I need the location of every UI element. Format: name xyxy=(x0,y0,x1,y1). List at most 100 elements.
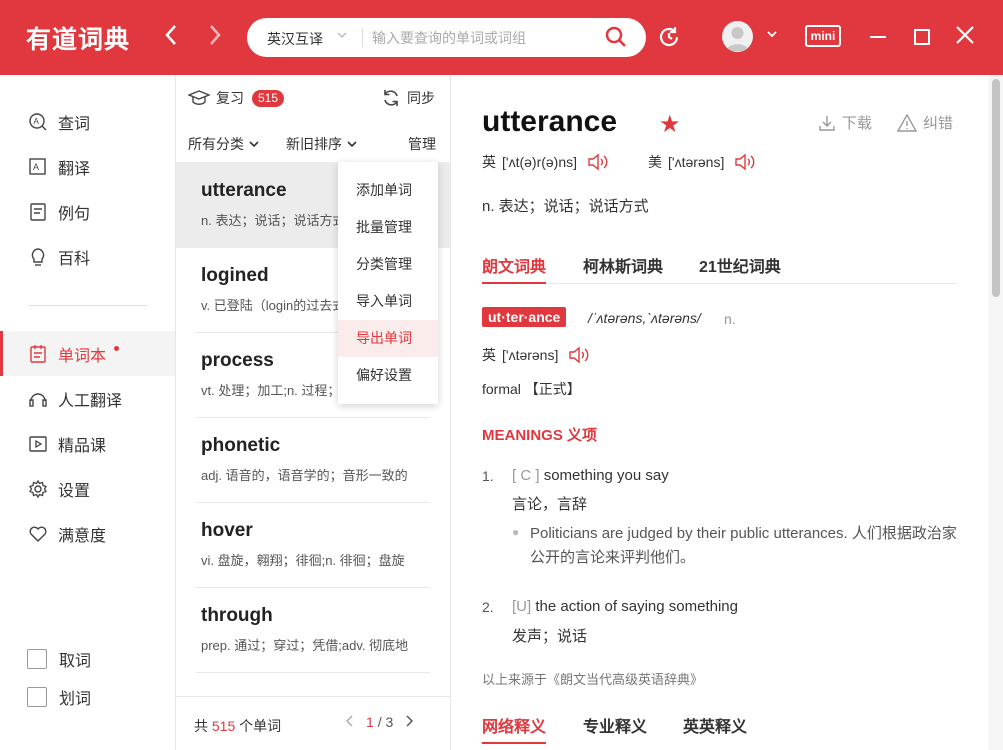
us-phonetic: ['ʌtərəns] xyxy=(668,154,725,170)
sidebar-item-label: 设置 xyxy=(58,482,91,500)
notification-dot xyxy=(114,346,120,351)
sidebar-item-label: 满意度 xyxy=(58,527,107,545)
forward-button[interactable] xyxy=(208,24,222,50)
next-page-button[interactable] xyxy=(405,714,414,730)
search-divider xyxy=(362,28,363,47)
svg-text:A: A xyxy=(33,162,39,172)
search-icon[interactable] xyxy=(604,25,628,54)
total-pages: 3 xyxy=(385,714,394,730)
sense-chinese: 发声；说话 xyxy=(512,628,588,645)
download-label: 下载 xyxy=(842,115,873,132)
translate-icon: A xyxy=(28,157,48,177)
sidebar-item-course[interactable]: 精品课 xyxy=(0,421,175,466)
review-button[interactable]: 复习 515 xyxy=(188,88,285,108)
dictionary-tabs: 朗文词典 柯林斯词典 21世纪词典 xyxy=(482,253,957,284)
select-word-checkbox[interactable]: 划词 xyxy=(27,685,91,709)
warning-icon xyxy=(897,113,917,132)
uk-phonetic: ['ʌtərəns] xyxy=(502,347,559,363)
speaker-icon[interactable] xyxy=(568,346,590,364)
sidebar-item-translate[interactable]: A 翻译 xyxy=(0,144,175,189)
sidebar-item-satisfaction[interactable]: 满意度 xyxy=(0,511,175,556)
tab-longman[interactable]: 朗文词典 xyxy=(482,253,547,284)
download-button[interactable]: 下载 xyxy=(818,112,872,133)
total-prefix: 共 xyxy=(194,718,208,734)
sort-filter[interactable]: 新旧排序 xyxy=(286,134,358,154)
dictionary-entry: utterance ★ 下载 纠错 英 ['ʌt(ə)r(ə)ns] 美 ['ʌ… xyxy=(451,75,1003,750)
mini-mode-button[interactable]: mini xyxy=(805,25,841,47)
star-icon[interactable]: ★ xyxy=(659,113,681,137)
close-icon xyxy=(956,26,974,44)
ldoce-phonetic: /ˈʌtərəns,ˋʌtərəns/ xyxy=(588,310,701,326)
sidebar-item-wordbook[interactable]: 单词本 xyxy=(0,331,175,376)
category-filter[interactable]: 所有分类 xyxy=(188,134,260,154)
menu-item-add-word[interactable]: 添加单词 xyxy=(338,172,438,209)
report-error-button[interactable]: 纠错 xyxy=(897,112,953,133)
word-definition: vi. 盘旋，翱翔；徘徊;n. 徘徊；盘旋 xyxy=(201,553,405,568)
sidebar-item-settings[interactable]: 设置 xyxy=(0,466,175,511)
word-list-item[interactable]: through prep. 通过；穿过；凭借;adv. 彻底地 xyxy=(176,588,450,673)
capture-word-checkbox[interactable]: 取词 xyxy=(27,647,91,671)
manage-button[interactable]: 管理 xyxy=(408,134,436,154)
current-page: 1 xyxy=(366,714,374,730)
avatar[interactable] xyxy=(722,21,753,52)
us-pronunciation: 美 ['ʌtərəns] xyxy=(648,152,756,172)
account-menu-chevron-icon[interactable] xyxy=(766,27,778,44)
close-button[interactable] xyxy=(956,22,974,48)
uk-label: 英 xyxy=(482,347,496,363)
word-definition: adj. 语音的，语音学的；音形一致的 xyxy=(201,468,408,483)
sync-label: 同步 xyxy=(407,90,435,106)
grammar-code: [U] xyxy=(512,598,532,615)
example-icon xyxy=(28,202,48,222)
sense-english: [U] the action of saying something xyxy=(512,598,738,615)
user-icon xyxy=(726,27,749,51)
tab-professional[interactable]: 专业释义 xyxy=(583,713,647,744)
tab-collins[interactable]: 柯林斯词典 xyxy=(583,253,663,284)
row-divider xyxy=(196,672,430,673)
graduation-cap-icon xyxy=(188,90,210,105)
word-list-item[interactable]: phonetic adj. 语音的，语音学的；音形一致的 xyxy=(176,418,450,503)
back-button[interactable] xyxy=(164,24,178,50)
minimize-button[interactable] xyxy=(870,36,886,38)
sidebar-item-human-translate[interactable]: 人工翻译 xyxy=(0,376,175,421)
sense-number: 1. xyxy=(482,468,494,484)
grammar-code: [ C ] xyxy=(512,467,540,484)
sort-filter-label: 新旧排序 xyxy=(286,136,342,152)
menu-item-preferences[interactable]: 偏好设置 xyxy=(338,357,438,394)
chevron-down-icon xyxy=(336,28,348,45)
speaker-icon[interactable] xyxy=(587,153,609,171)
tab-21st-century[interactable]: 21世纪词典 xyxy=(699,253,781,284)
sync-icon xyxy=(384,90,398,106)
app-logo: 有道词典 xyxy=(26,25,131,54)
sidebar-item-encyclopedia[interactable]: 百科 xyxy=(0,234,175,279)
sidebar-item-examples[interactable]: 例句 xyxy=(0,189,175,234)
search-mode-select[interactable]: 英汉互译 xyxy=(267,29,323,49)
menu-item-category-manage[interactable]: 分类管理 xyxy=(338,246,438,283)
meanings-heading: MEANINGS 义项 xyxy=(482,427,598,444)
chevron-left-icon xyxy=(165,25,176,45)
checkbox-icon[interactable] xyxy=(27,687,47,707)
tab-web-definition[interactable]: 网络释义 xyxy=(482,713,547,744)
speaker-icon[interactable] xyxy=(734,153,756,171)
review-label: 复习 xyxy=(216,90,244,106)
tab-english-english[interactable]: 英英释义 xyxy=(683,713,747,744)
maximize-button[interactable] xyxy=(914,29,930,45)
total-suffix: 个单词 xyxy=(239,718,282,734)
prev-page-button[interactable] xyxy=(345,714,354,730)
scrollbar[interactable] xyxy=(989,75,1003,750)
menu-item-import[interactable]: 导入单词 xyxy=(338,283,438,320)
chevron-left-icon xyxy=(345,715,353,727)
menu-item-export[interactable]: 导出单词 xyxy=(338,320,438,357)
word-list-item[interactable]: hover vi. 盘旋，翱翔；徘徊;n. 徘徊；盘旋 xyxy=(176,503,450,588)
word-definition: prep. 通过；穿过；凭借;adv. 彻底地 xyxy=(201,638,409,653)
chevron-down-icon xyxy=(249,141,259,148)
search-input[interactable] xyxy=(372,27,592,49)
menu-item-batch-manage[interactable]: 批量管理 xyxy=(338,209,438,246)
checkbox-icon[interactable] xyxy=(27,649,47,669)
uk-pronunciation: 英 ['ʌt(ə)r(ə)ns] xyxy=(482,152,609,172)
scrollbar-thumb[interactable] xyxy=(992,79,1000,297)
sync-button[interactable]: 同步 xyxy=(381,88,435,108)
history-icon[interactable] xyxy=(657,25,681,54)
sidebar-item-lookup[interactable]: A 查词 xyxy=(0,99,175,144)
bullet-icon: ● xyxy=(512,525,520,539)
sidebar-item-label: 人工翻译 xyxy=(58,392,123,410)
